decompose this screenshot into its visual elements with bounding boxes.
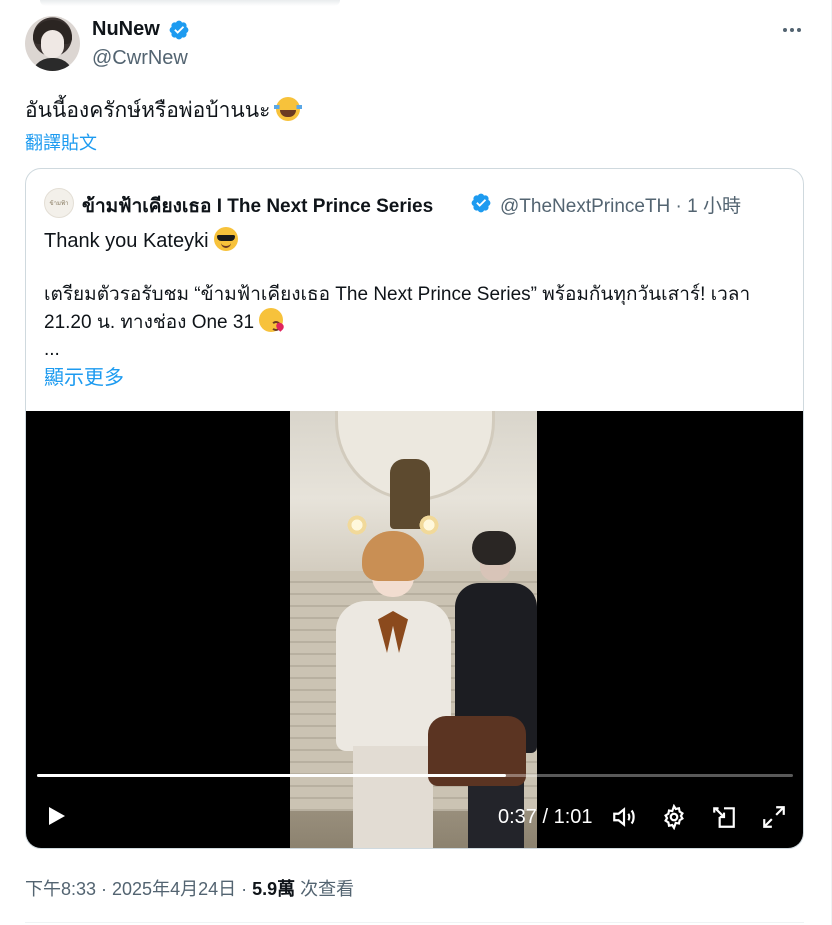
settings-gear-icon[interactable] xyxy=(661,804,687,830)
views-label: 次查看 xyxy=(295,879,355,899)
video-progress-fill xyxy=(37,774,506,777)
dot-icon xyxy=(797,28,801,32)
quoted-text-body: เตรียมตัวรอรับชม “ข้ามฟ้าเคียงเธอ The Ne… xyxy=(44,281,750,336)
quoted-ellipsis: ... xyxy=(44,339,60,360)
quoted-body-line-1: เตรียมตัวรอรับชม “ข้ามฟ้าเคียงเธอ The Ne… xyxy=(44,284,751,305)
volume-icon[interactable] xyxy=(611,804,637,830)
tweet-footer: 下午8:33 · 2025年4月24日 · 5.9萬 次查看 xyxy=(25,875,354,901)
tweet-text: อันนี้องครักษ์หรือพ่อบ้านนะ xyxy=(25,94,303,127)
more-options-button[interactable] xyxy=(778,16,806,44)
translate-post-link[interactable]: 翻譯貼文 xyxy=(25,129,97,155)
video-time: 0:37 / 1:01 xyxy=(498,806,593,828)
quoted-text-line: Thank you Kateyki xyxy=(44,227,239,253)
video-progress-bar[interactable] xyxy=(37,774,793,777)
quoted-handle-time[interactable]: @TheNextPrinceTH · 1 小時 xyxy=(500,191,741,218)
dock-video-icon[interactable] xyxy=(711,804,737,830)
author-handle[interactable]: @CwrNew xyxy=(92,47,188,70)
avatar[interactable] xyxy=(25,16,80,71)
show-more-link[interactable]: 顯示更多 xyxy=(44,361,124,390)
smiling-face-with-sunglasses-icon xyxy=(214,227,239,251)
posted-timestamp[interactable]: 下午8:33 · 2025年4月24日 · xyxy=(25,879,252,899)
top-shadow xyxy=(40,0,340,6)
quoted-author-name[interactable]: ข้ามฟ้าเคียงเธอ I The Next Prince Series xyxy=(82,191,433,221)
tweet-detail: NuNew @CwrNew อันนี้องครักษ์หรือพ่อบ้านน… xyxy=(0,0,832,925)
view-count: 5.9萬 xyxy=(252,879,296,899)
face-with-tears-of-joy-icon xyxy=(274,97,303,121)
quoted-text-thanks: Thank you Kateyki xyxy=(44,230,209,252)
fullscreen-icon[interactable] xyxy=(761,804,787,830)
video-player[interactable]: 0:37 / 1:01 xyxy=(26,411,803,848)
face-blowing-kiss-icon xyxy=(259,308,284,332)
quoted-author-avatar[interactable]: ข้ามฟ้า xyxy=(44,188,74,218)
dot-icon xyxy=(783,28,787,32)
divider xyxy=(25,922,804,923)
quoted-tweet-card[interactable]: ข้ามฟ้า ข้ามฟ้าเคียงเธอ I The Next Princ… xyxy=(25,168,804,849)
dot-icon xyxy=(790,28,794,32)
tweet-text-content: อันนี้องครักษ์หรือพ่อบ้านนะ xyxy=(25,99,271,122)
quoted-body-line-2-text: 21.20 น. ทางช่อง One 31 xyxy=(44,312,255,333)
verified-badge-icon[interactable] xyxy=(470,192,492,214)
verified-badge-icon[interactable] xyxy=(168,19,190,41)
play-icon[interactable] xyxy=(44,804,68,828)
quoted-body-line-2: 21.20 น. ทางช่อง One 31 xyxy=(44,308,750,336)
author-display-name[interactable]: NuNew xyxy=(92,18,160,41)
video-frame[interactable] xyxy=(290,411,537,848)
